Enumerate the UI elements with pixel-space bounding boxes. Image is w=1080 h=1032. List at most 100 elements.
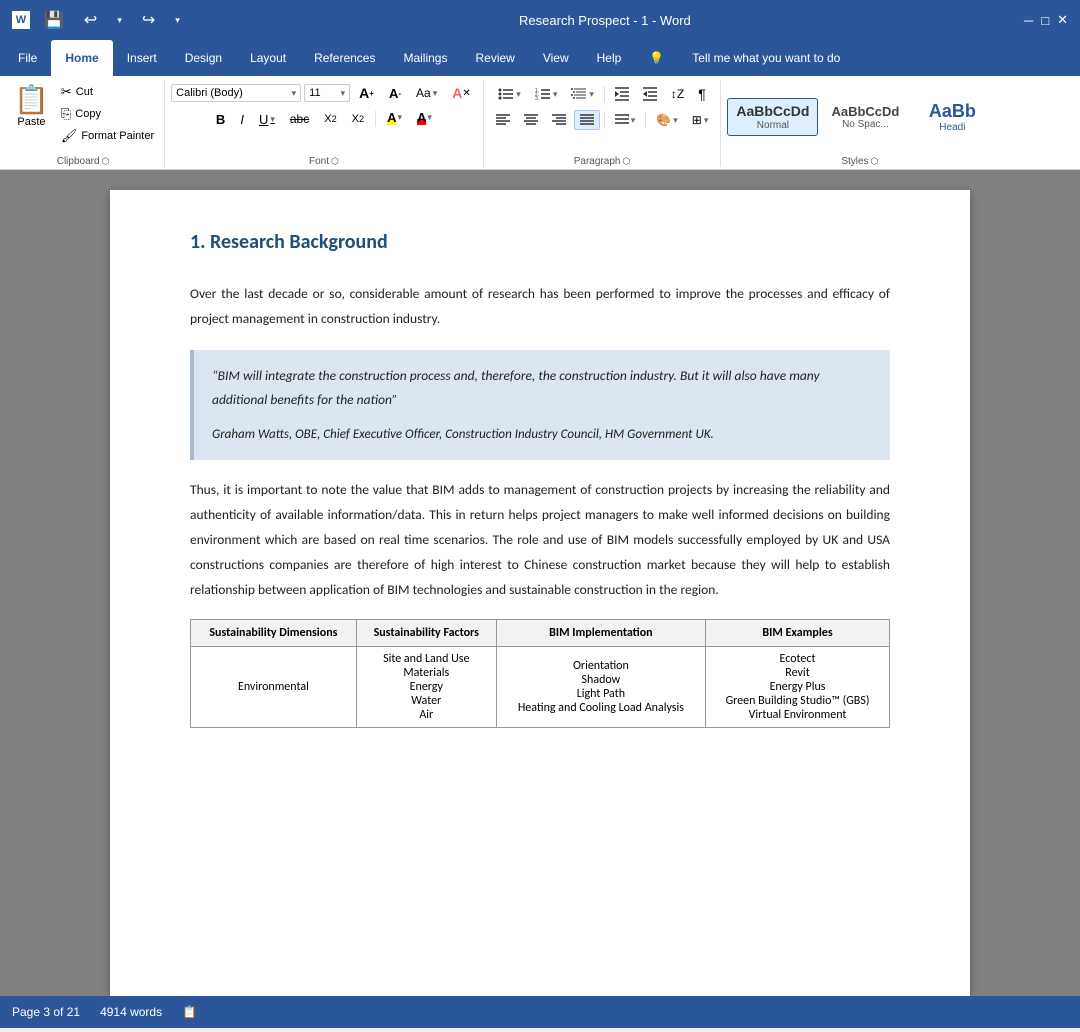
para-divider-2 — [604, 112, 605, 127]
copy-button[interactable]: ⎘ Copy — [57, 104, 158, 124]
title-bar: W 💾 ↩ ▾ ↪ ▾ Research Prospect - 1 - Word… — [0, 0, 1080, 40]
undo-button[interactable]: ↩ — [78, 8, 103, 32]
increase-indent-button[interactable] — [637, 83, 663, 105]
font-size-selector[interactable]: 11 ▾ — [304, 84, 350, 102]
tab-file[interactable]: File — [4, 40, 51, 76]
bullets-button[interactable]: ▾ — [492, 83, 527, 105]
minimize-button[interactable]: ─ — [1024, 13, 1033, 28]
status-bar: Page 3 of 21 4914 words 📋 — [0, 996, 1080, 1028]
font-color-button[interactable]: A ▾ — [411, 107, 438, 131]
line-spacing-button[interactable]: ▾ — [609, 110, 642, 130]
cell-environmental: Environmental — [191, 646, 357, 727]
cut-button[interactable]: ✂ Cut — [57, 82, 158, 102]
justify-button[interactable] — [574, 110, 600, 130]
font-name-selector[interactable]: Calibri (Body) ▾ — [171, 84, 301, 102]
format-painter-icon: 🖌 — [61, 128, 78, 144]
paragraph-group-label: Paragraph ⬡ — [574, 154, 631, 167]
copy-icon: ⎘ — [61, 106, 71, 122]
paragraph-group: ▾ 1.2.3. ▾ ▾ ↕Z ¶ — [486, 80, 722, 167]
redo-button[interactable]: ↪ — [136, 8, 161, 32]
quote-block: “BIM will integrate the construction pro… — [190, 350, 890, 460]
cell-bim-impl: Orientation Shadow Light Path Heating an… — [496, 646, 705, 727]
numbering-button[interactable]: 1.2.3. ▾ — [529, 83, 564, 105]
tab-mailings[interactable]: Mailings — [389, 40, 461, 76]
strikethrough-button[interactable]: abc — [284, 109, 315, 129]
paragraph-1[interactable]: Over the last decade or so, considerable… — [190, 282, 890, 332]
style-normal-preview: AaBbCcDd — [736, 103, 809, 120]
word-count: 4914 words — [100, 1005, 162, 1019]
copy-label: Copy — [75, 108, 101, 120]
font-group: Calibri (Body) ▾ 11 ▾ A+ A- Aa▾ A ✕ B I … — [167, 80, 484, 167]
paste-button[interactable]: 📋 Paste — [8, 82, 55, 132]
tab-references[interactable]: References — [300, 40, 389, 76]
tab-layout[interactable]: Layout — [236, 40, 300, 76]
tab-insert[interactable]: Insert — [113, 40, 171, 76]
col-header-bim-impl: BIM Implementation — [496, 619, 705, 646]
clipboard-small-buttons: ✂ Cut ⎘ Copy 🖌 Format Painter — [57, 82, 158, 146]
save-button[interactable]: 💾 — [38, 8, 70, 32]
restore-button[interactable]: □ — [1041, 13, 1049, 28]
format-painter-label: Format Painter — [81, 130, 154, 142]
paragraph-launcher[interactable]: ⬡ — [622, 156, 630, 167]
close-button[interactable]: ✕ — [1057, 12, 1068, 28]
tab-home[interactable]: Home — [51, 40, 112, 76]
format-painter-button[interactable]: 🖌 Format Painter — [57, 126, 158, 146]
tab-help[interactable]: Help — [583, 40, 636, 76]
col-header-dimensions: Sustainability Dimensions — [191, 619, 357, 646]
style-nospace-preview: AaBbCcDd — [831, 104, 899, 120]
subscript-button[interactable]: X2 — [318, 110, 342, 128]
italic-button[interactable]: I — [234, 109, 250, 130]
align-left-button[interactable] — [490, 110, 516, 130]
quick-access-dropdown[interactable]: ▾ — [169, 13, 186, 28]
page-info: Page 3 of 21 — [12, 1005, 80, 1019]
font-shrink-button[interactable]: A- — [383, 83, 407, 104]
clipboard-group-label: Clipboard ⬡ — [57, 154, 110, 167]
col-header-bim-ex: BIM Examples — [706, 619, 890, 646]
paste-label: Paste — [17, 116, 45, 128]
style-nospace-label: No Spac... — [842, 119, 889, 130]
align-right-button[interactable] — [546, 110, 572, 130]
shading-button[interactable]: 🎨▾ — [650, 109, 683, 131]
borders-button[interactable]: ⊞▾ — [686, 109, 715, 131]
style-no-space[interactable]: AaBbCcDd No Spac... — [822, 99, 908, 136]
cut-label: Cut — [76, 86, 93, 98]
styles-launcher[interactable]: ⬡ — [871, 156, 879, 167]
font-launcher[interactable]: ⬡ — [331, 156, 339, 167]
tab-design[interactable]: Design — [171, 40, 236, 76]
sort-button[interactable]: ↕Z — [665, 83, 690, 105]
title-bar-left: W 💾 ↩ ▾ ↪ ▾ — [12, 8, 186, 32]
align-center-button[interactable] — [518, 110, 544, 130]
font-case-button[interactable]: Aa▾ — [410, 83, 443, 103]
decrease-indent-button[interactable] — [609, 83, 635, 105]
clear-formatting-button[interactable]: A ✕ — [446, 82, 477, 104]
font-size-arrow: ▾ — [341, 88, 346, 99]
font-grow-button[interactable]: A+ — [353, 82, 380, 104]
style-normal[interactable]: AaBbCcDd Normal — [727, 98, 818, 136]
multilevel-list-button[interactable]: ▾ — [565, 83, 600, 105]
text-highlight-button[interactable]: A ▾ — [381, 107, 408, 131]
underline-button[interactable]: U▾ — [253, 109, 281, 130]
paragraph-row-1: ▾ 1.2.3. ▾ ▾ ↕Z ¶ — [492, 82, 711, 106]
language-icon[interactable]: 📋 — [182, 1005, 197, 1019]
tab-review[interactable]: Review — [461, 40, 528, 76]
ribbon-toolbar: 📋 Paste ✂ Cut ⎘ Copy 🖌 Format Painter C — [0, 76, 1080, 170]
show-marks-button[interactable]: ¶ — [692, 82, 712, 106]
paragraph-2[interactable]: Thus, it is important to note the value … — [190, 478, 890, 603]
tab-view[interactable]: View — [529, 40, 583, 76]
document-area: 1. Research Background Over the last dec… — [0, 170, 1080, 996]
style-heading-label: Headi — [939, 122, 965, 133]
cell-bim-ex: Ecotect Revit Energy Plus Green Building… — [706, 646, 890, 727]
font-group-label: Font ⬡ — [309, 154, 339, 167]
style-heading[interactable]: AaBb Headi — [912, 96, 992, 139]
font-name-arrow: ▾ — [292, 88, 297, 99]
superscript-button[interactable]: X2 — [346, 110, 370, 128]
font-row-2: B I U▾ abc X2 X2 A ▾ A ▾ — [210, 107, 438, 131]
style-normal-label: Normal — [757, 120, 789, 131]
paragraph-content: ▾ 1.2.3. ▾ ▾ ↕Z ¶ — [490, 80, 715, 154]
undo-dropdown[interactable]: ▾ — [111, 13, 128, 28]
tab-lightbulb[interactable]: 💡 — [635, 40, 678, 76]
svg-text:3.: 3. — [535, 96, 539, 101]
tab-tell-me[interactable]: Tell me what you want to do — [678, 40, 854, 76]
bold-button[interactable]: B — [210, 109, 231, 130]
clipboard-launcher[interactable]: ⬡ — [102, 156, 110, 167]
